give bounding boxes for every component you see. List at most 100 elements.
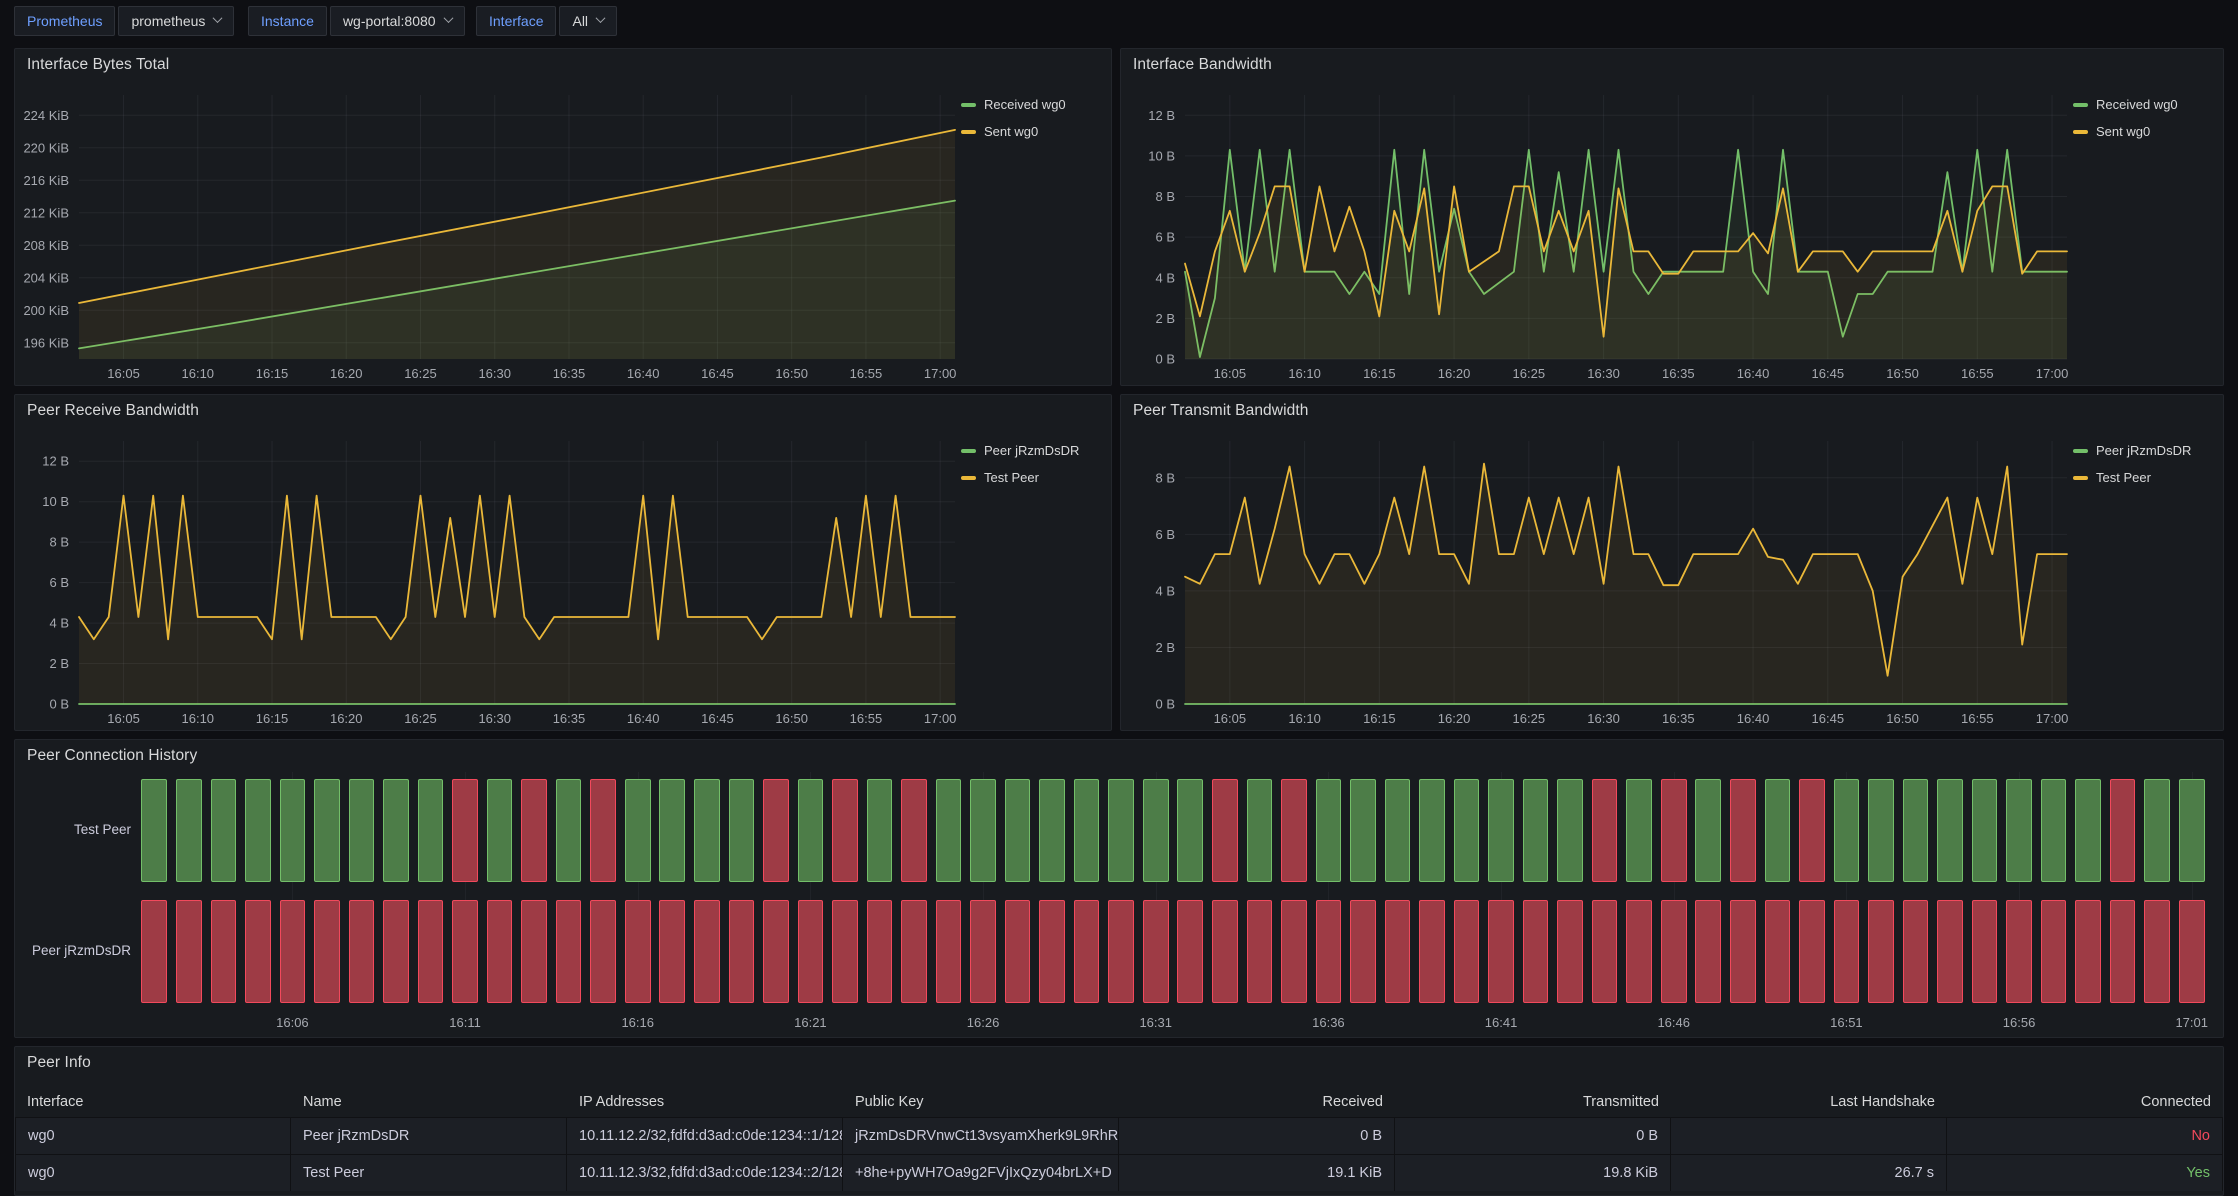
status-bar-disconnected [2144, 900, 2170, 1003]
svg-text:16:40: 16:40 [1737, 711, 1770, 726]
status-bar-disconnected [314, 900, 340, 1003]
legend-item[interactable]: Peer jRzmDsDR [961, 443, 1111, 458]
status-bar-disconnected [452, 779, 478, 882]
panel-title[interactable]: Interface Bytes Total [15, 49, 1111, 81]
x-axis-tick-label: 16:21 [794, 1015, 827, 1030]
legend-label: Sent wg0 [2096, 124, 2150, 139]
status-bar-disconnected [418, 900, 444, 1003]
svg-text:16:20: 16:20 [330, 711, 363, 726]
panel-title[interactable]: Peer Info [15, 1047, 2223, 1079]
status-bar-disconnected [349, 900, 375, 1003]
status-bar-connected [2041, 779, 2067, 882]
timeseries-plot[interactable]: 0 B2 B4 B6 B8 B10 B12 B16:0516:1016:1516… [15, 427, 961, 730]
status-history: Test PeerPeer jRzmDsDR16:0616:1116:1616:… [15, 772, 2223, 1037]
panel-title[interactable]: Peer Connection History [15, 740, 2223, 772]
legend-item[interactable]: Test Peer [2073, 470, 2223, 485]
status-bar-disconnected [245, 900, 271, 1003]
svg-text:12 B: 12 B [42, 454, 69, 469]
var-prometheus-value-dropdown[interactable]: prometheus [118, 6, 234, 36]
panel-title[interactable]: Peer Transmit Bandwidth [1121, 395, 2223, 427]
status-bar-disconnected [2006, 900, 2032, 1003]
var-prometheus: Prometheus prometheus [14, 6, 234, 36]
var-instance-value-dropdown[interactable]: wg-portal:8080 [330, 6, 465, 36]
panel-peer-info: Peer Info InterfaceNameIP AddressesPubli… [14, 1046, 2224, 1196]
status-row-label: Test Peer [15, 822, 131, 837]
status-bar-connected [556, 779, 582, 882]
x-axis-tick-label: 16:11 [449, 1015, 481, 1030]
var-interface-value-dropdown[interactable]: All [559, 6, 617, 36]
table-header-cell[interactable]: Transmitted [1395, 1087, 1671, 1117]
status-bar-disconnected [556, 900, 582, 1003]
status-bar-disconnected [1661, 779, 1687, 882]
svg-text:12 B: 12 B [1148, 108, 1175, 123]
svg-text:6 B: 6 B [1155, 230, 1175, 245]
status-bar-disconnected [1903, 900, 1929, 1003]
status-bar-connected [1972, 779, 1998, 882]
svg-text:4 B: 4 B [49, 616, 69, 631]
panel-title[interactable]: Interface Bandwidth [1121, 49, 2223, 81]
status-bar-connected [867, 779, 893, 882]
svg-text:16:30: 16:30 [478, 366, 511, 381]
status-bar-connected [176, 779, 202, 882]
svg-text:16:30: 16:30 [478, 711, 511, 726]
svg-text:16:20: 16:20 [1438, 366, 1471, 381]
status-bar-disconnected [1695, 900, 1721, 1003]
timeseries-plot[interactable]: 0 B2 B4 B6 B8 B10 B12 B16:0516:1016:1516… [1121, 81, 2073, 385]
svg-text:16:55: 16:55 [850, 366, 883, 381]
status-bar-connected [2006, 779, 2032, 882]
svg-text:16:50: 16:50 [1886, 711, 1919, 726]
svg-text:8 B: 8 B [1155, 470, 1175, 485]
legend-swatch-icon [961, 476, 976, 480]
status-bar-disconnected [1074, 900, 1100, 1003]
panel-title[interactable]: Peer Receive Bandwidth [15, 395, 1111, 427]
status-bar-disconnected [590, 779, 616, 882]
status-bar-connected [1903, 779, 1929, 882]
table-header-cell[interactable]: IP Addresses [567, 1087, 843, 1117]
legend-item[interactable]: Received wg0 [961, 97, 1111, 112]
status-bar-disconnected [1557, 900, 1583, 1003]
svg-text:10 B: 10 B [1148, 148, 1175, 163]
x-axis-tick-label: 16:16 [621, 1015, 654, 1030]
status-bar-disconnected [625, 900, 651, 1003]
status-bar-connected [487, 779, 513, 882]
table-header-cell[interactable]: Name [291, 1087, 567, 1117]
status-bar-connected [141, 779, 167, 882]
table-header-cell[interactable]: Interface [15, 1087, 291, 1117]
status-bar-disconnected [798, 900, 824, 1003]
legend-item[interactable]: Sent wg0 [2073, 124, 2223, 139]
status-bar-connected [1488, 779, 1514, 882]
var-instance: Instance wg-portal:8080 [248, 6, 465, 36]
status-bar-connected [2075, 779, 2101, 882]
timeseries-plot[interactable]: 196 KiB200 KiB204 KiB208 KiB212 KiB216 K… [15, 81, 961, 385]
svg-text:16:30: 16:30 [1587, 366, 1620, 381]
legend-item[interactable]: Test Peer [961, 470, 1111, 485]
table-header-cell[interactable]: Connected [1947, 1087, 2223, 1117]
timeseries-plot[interactable]: 0 B2 B4 B6 B8 B16:0516:1016:1516:2016:25… [1121, 427, 2073, 730]
svg-text:16:15: 16:15 [256, 366, 289, 381]
table-header-cell[interactable]: Received [1119, 1087, 1395, 1117]
table-header-cell[interactable]: Public Key [843, 1087, 1119, 1117]
svg-text:16:15: 16:15 [1363, 366, 1396, 381]
status-row-bars [137, 900, 2209, 1003]
table-cell: 0 B [1119, 1118, 1395, 1154]
legend-item[interactable]: Peer jRzmDsDR [2073, 443, 2223, 458]
x-axis-tick-label: 16:36 [1312, 1015, 1345, 1030]
svg-text:16:40: 16:40 [627, 366, 660, 381]
legend-swatch-icon [961, 130, 976, 134]
svg-text:16:20: 16:20 [1438, 711, 1471, 726]
table-header-cell[interactable]: Last Handshake [1671, 1087, 1947, 1117]
status-bar-connected [383, 779, 409, 882]
legend-item[interactable]: Sent wg0 [961, 124, 1111, 139]
legend-label: Received wg0 [984, 97, 1066, 112]
table-cell: 26.7 s [1671, 1155, 1947, 1191]
status-bar-disconnected [2179, 900, 2205, 1003]
var-interface: Interface All [476, 6, 617, 36]
peer-info-table: InterfaceNameIP AddressesPublic KeyRecei… [15, 1087, 2223, 1191]
status-bar-disconnected [1868, 900, 1894, 1003]
status-bar-connected [2144, 779, 2170, 882]
legend-label: Received wg0 [2096, 97, 2178, 112]
status-bar-connected [280, 779, 306, 882]
svg-text:0 B: 0 B [1155, 697, 1175, 712]
status-bar-connected [1385, 779, 1411, 882]
legend-item[interactable]: Received wg0 [2073, 97, 2223, 112]
